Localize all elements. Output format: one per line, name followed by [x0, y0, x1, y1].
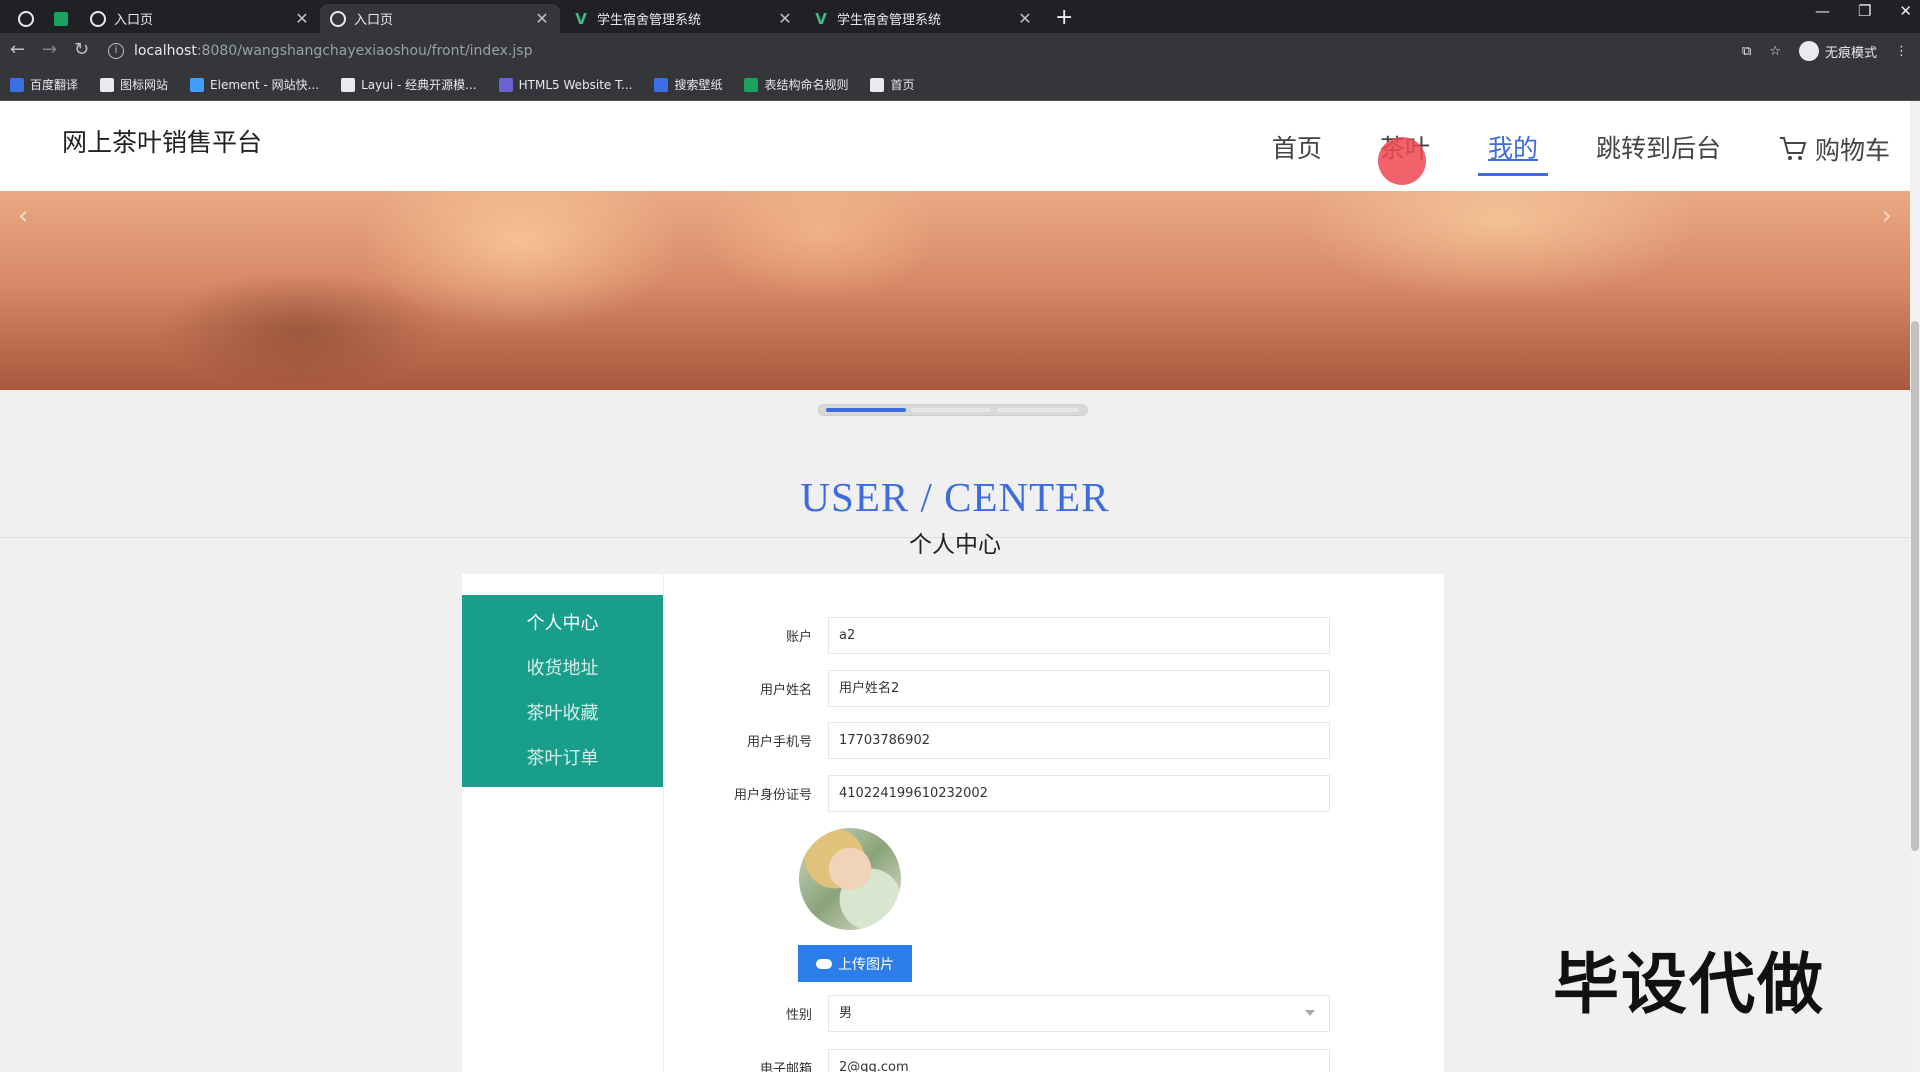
tab-entry-1[interactable]: 入口页 ✕ — [80, 4, 320, 33]
gender-row: 性别 男 — [700, 995, 1330, 1032]
tab-dorm-1[interactable]: V 学生宿舍管理系统 ✕ — [563, 4, 803, 33]
nav-mine[interactable]: 我的 — [1477, 129, 1548, 176]
cloud-upload-icon — [816, 958, 832, 969]
close-icon[interactable]: ✕ — [534, 9, 550, 28]
tab-entry-2[interactable]: 入口页 ✕ — [320, 4, 560, 33]
id-card-field[interactable]: 410224199610232002 — [828, 775, 1330, 812]
bookmarks-bar: 百度翻译 图标网站 Element - 网站快... Layui - 经典开源模...… — [0, 69, 1920, 101]
bookmark-item[interactable]: 图标网站 — [100, 76, 168, 93]
app-icon — [18, 10, 34, 27]
menu-profile[interactable]: 个人中心 — [462, 601, 663, 646]
email-row: 电子邮箱 2@qq.com — [700, 1049, 1330, 1072]
name-field[interactable]: 用户姓名2 — [828, 670, 1330, 707]
web-page: 网上茶叶销售平台 首页 茶叶 我的 跳转到后台 购物车 ‹ › USER / C… — [0, 101, 1910, 1072]
cart-icon — [1779, 136, 1807, 160]
forward-icon[interactable]: → — [42, 39, 57, 60]
url-host: localhost — [134, 43, 197, 59]
scrollbar-thumb[interactable] — [1911, 321, 1919, 851]
translate-icon[interactable]: ⧉ — [1742, 44, 1751, 59]
site-header: 网上茶叶销售平台 首页 茶叶 我的 跳转到后台 购物车 — [0, 101, 1910, 191]
address-bar[interactable]: i localhost:8080/wangshangchayexiaoshou/… — [108, 37, 1748, 65]
hero-banner: ‹ › — [0, 191, 1910, 390]
tab-dorm-2[interactable]: V 学生宿舍管理系统 ✕ — [803, 4, 1043, 33]
menu-orders[interactable]: 茶叶订单 — [462, 736, 663, 781]
bookmark-icon — [10, 77, 24, 92]
minimize-icon[interactable]: — — [1815, 2, 1830, 20]
account-field[interactable]: a2 — [828, 617, 1330, 654]
browser-toolbar: ← → ↻ i localhost:8080/wangshangchayexia… — [0, 33, 1920, 69]
bookmark-item[interactable]: Element - 网站快... — [190, 76, 319, 93]
globe-icon — [90, 10, 106, 27]
close-icon[interactable]: ✕ — [1017, 9, 1033, 28]
nav-cart[interactable]: 购物车 — [1769, 129, 1900, 176]
bookmark-item[interactable]: HTML5 Website T... — [498, 77, 632, 92]
carousel-dot[interactable] — [911, 408, 991, 412]
page-scrollbar[interactable] — [1910, 101, 1920, 1072]
bookmark-item[interactable]: 搜索壁纸 — [654, 76, 722, 93]
gender-select[interactable]: 男 — [828, 995, 1330, 1032]
close-icon[interactable]: ✕ — [777, 9, 793, 28]
incognito-indicator[interactable]: 无痕模式 — [1798, 41, 1877, 61]
bookmark-icon — [870, 77, 885, 92]
close-window-icon[interactable]: ✕ — [1899, 2, 1912, 20]
window-controls: — ❐ ✕ — [1815, 2, 1912, 20]
carousel-dot[interactable] — [997, 408, 1079, 412]
url-path: :8080/wangshangchayexiaoshou/front/index… — [196, 43, 533, 59]
phone-row: 用户手机号 17703786902 — [700, 722, 1330, 759]
name-row: 用户姓名 用户姓名2 — [700, 670, 1330, 707]
back-icon[interactable]: ← — [10, 39, 25, 60]
next-slide-icon[interactable]: › — [1882, 201, 1892, 231]
bookmark-item[interactable]: 表结构命名规则 — [744, 76, 848, 93]
close-icon[interactable]: ✕ — [294, 9, 310, 28]
new-tab-button[interactable]: + — [1055, 5, 1073, 30]
menu-favorites[interactable]: 茶叶收藏 — [462, 691, 663, 736]
restore-icon[interactable]: ❐ — [1858, 2, 1871, 20]
menu-address[interactable]: 收货地址 — [462, 646, 663, 691]
sheet-icon — [54, 11, 68, 26]
id-card-row: 用户身份证号 410224199610232002 — [700, 775, 1330, 812]
star-icon[interactable]: ☆ — [1769, 44, 1781, 59]
section-title-cn: 个人中心 — [909, 532, 1001, 558]
phone-field[interactable]: 17703786902 — [828, 722, 1330, 759]
chevron-down-icon — [1305, 1010, 1315, 1016]
carousel-indicator — [818, 404, 1088, 416]
panel-divider — [663, 574, 664, 1072]
bookmark-icon — [654, 77, 669, 92]
user-menu: 个人中心 收货地址 茶叶收藏 茶叶订单 — [462, 595, 663, 787]
vue-icon: V — [575, 9, 587, 28]
email-field[interactable]: 2@qq.com — [828, 1049, 1330, 1072]
bookmark-item[interactable]: 首页 — [870, 76, 915, 93]
nav-home[interactable]: 首页 — [1262, 129, 1332, 176]
globe-icon — [330, 10, 346, 27]
nav-admin[interactable]: 跳转到后台 — [1586, 129, 1731, 176]
prev-slide-icon[interactable]: ‹ — [18, 201, 28, 231]
tab-sheet[interactable] — [48, 4, 70, 33]
incognito-icon — [1798, 41, 1819, 61]
bookmark-icon — [744, 77, 759, 92]
site-logo[interactable]: 网上茶叶销售平台 — [62, 123, 262, 159]
reload-icon[interactable]: ↻ — [74, 39, 89, 60]
bookmark-icon — [190, 77, 205, 92]
upload-image-button[interactable]: 上传图片 — [798, 945, 912, 982]
avatar — [799, 828, 901, 930]
bookmark-icon — [341, 77, 356, 92]
bookmark-icon — [100, 77, 115, 92]
tab-app[interactable] — [8, 4, 48, 33]
bookmark-item[interactable]: 百度翻译 — [10, 76, 78, 93]
carousel-dot-active[interactable] — [826, 408, 906, 412]
vue-icon: V — [815, 9, 827, 28]
account-row: 账户 a2 — [700, 617, 1330, 654]
browser-tab-bar: 入口页 ✕ 入口页 ✕ V 学生宿舍管理系统 ✕ V 学生宿舍管理系统 ✕ + … — [0, 0, 1920, 33]
section-title-en: USER / CENTER — [800, 474, 1110, 520]
bookmark-item[interactable]: Layui - 经典开源模... — [341, 76, 477, 93]
watermark-text: 毕设代做 — [1553, 946, 1825, 1023]
info-icon[interactable]: i — [108, 43, 124, 59]
mouse-cursor-highlight — [1378, 137, 1426, 185]
main-nav: 首页 茶叶 我的 跳转到后台 购物车 — [1262, 129, 1900, 176]
menu-dots-icon[interactable]: ⋮ — [1895, 44, 1908, 59]
bookmark-icon — [498, 77, 513, 92]
